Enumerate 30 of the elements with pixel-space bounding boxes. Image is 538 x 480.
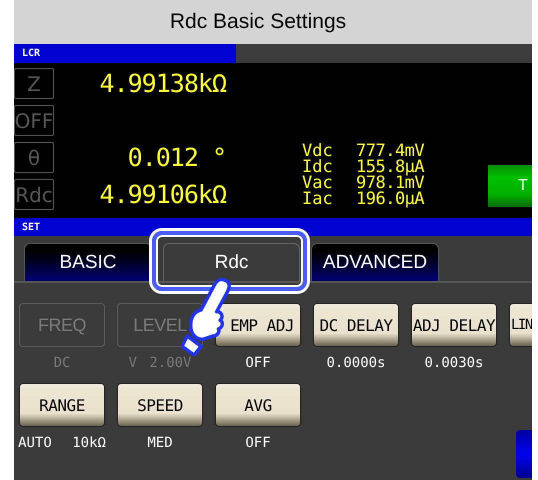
window-title: Rdc Basic Settings	[14, 0, 532, 44]
monitor-value: 155.8μA	[356, 157, 424, 177]
parameter-label: Rdc	[14, 179, 54, 210]
measurement-value: 0.012 °	[126, 143, 226, 172]
setting-button[interactable]: LIN	[509, 303, 532, 347]
setting-button[interactable]: DC DELAY	[313, 303, 399, 347]
setting-value: MED	[147, 435, 173, 451]
tab[interactable]: ADVANCED	[311, 243, 439, 281]
setting-button[interactable]: RANGE	[19, 383, 105, 427]
setting-value: AUTO 10kΩ	[18, 435, 106, 451]
setting-value: OFF	[245, 355, 271, 371]
setting-button[interactable]: ADJ DELAY	[411, 303, 497, 347]
measurement-value: 4.99138kΩ	[98, 69, 226, 98]
measurement-value: 4.99106kΩ	[98, 180, 226, 209]
section-header: SET	[22, 222, 40, 232]
setting-value: OFF	[245, 435, 271, 451]
setting-button[interactable]: AVG	[215, 383, 301, 427]
parameter-label: OFF	[14, 105, 54, 136]
setting-value: DC	[54, 355, 70, 371]
parameter-label: Z	[14, 68, 54, 99]
section-header: LCR	[22, 48, 40, 59]
monitor-value: 196.0μA	[356, 189, 424, 209]
setting-button[interactable]: EMP ADJ	[215, 303, 301, 347]
setting-button[interactable]: SPEED	[117, 383, 203, 427]
setting-value: V 2.00V	[128, 355, 192, 371]
setting-value: 0.0000s	[326, 355, 386, 371]
tab[interactable]: Rdc	[163, 243, 300, 281]
parameter-label: θ	[14, 142, 54, 173]
setting-value: 0.0030s	[424, 355, 484, 371]
tab[interactable]: BASIC	[24, 243, 152, 281]
